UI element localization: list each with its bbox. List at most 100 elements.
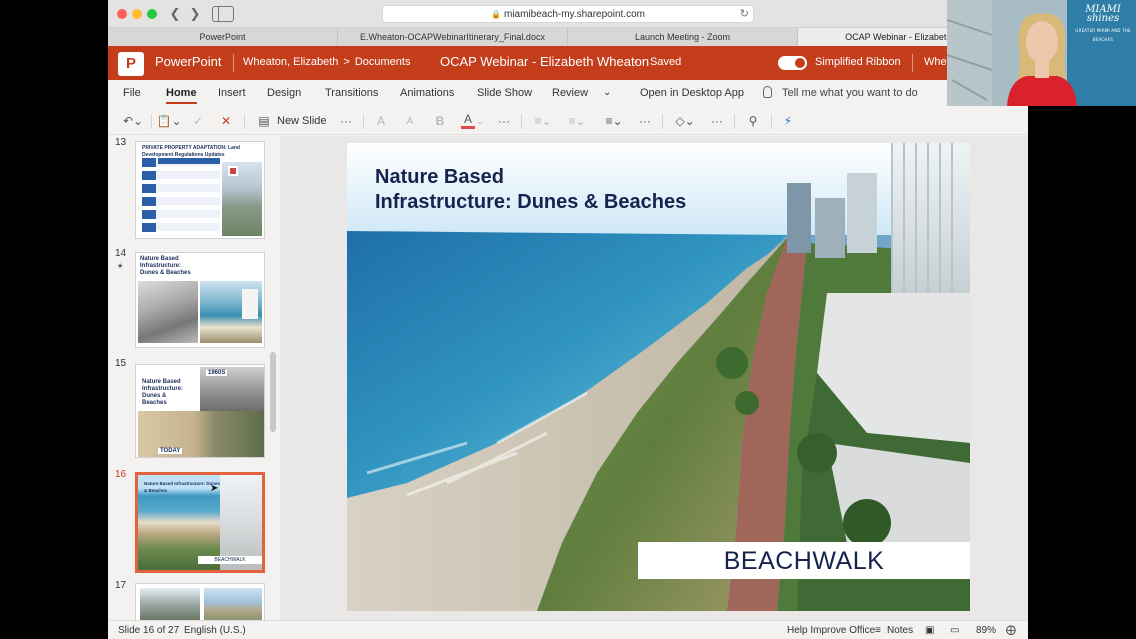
minimize-window-button[interactable] — [132, 9, 142, 19]
slide-number: 16 — [115, 469, 127, 480]
more-icon[interactable]: ··· — [495, 113, 513, 130]
more-icon[interactable]: ··· — [708, 113, 726, 130]
status-bar: Slide 16 of 27 English (U.S.) Help Impro… — [108, 620, 1028, 639]
bullets-icon[interactable]: ≡⌄ — [532, 113, 554, 130]
header-divider — [912, 54, 913, 72]
close-window-button[interactable] — [117, 9, 127, 19]
thumbnail-title: Nature Based Infrastructure: Dunes & Bea… — [140, 256, 191, 276]
document-title[interactable]: OCAP Webinar - Elizabeth Wheaton — [440, 54, 649, 69]
thumbnail-title: Nature Based Infrastructure: Dunes & Bea… — [142, 379, 184, 406]
slide-position: Slide 16 of 27 — [118, 625, 180, 636]
thumbnail-photo — [222, 162, 262, 236]
tab-review[interactable]: Review — [552, 87, 588, 99]
thumbnail-photo-bw — [138, 281, 198, 343]
notes-button[interactable]: Notes — [887, 625, 913, 636]
chevron-down-icon[interactable]: ⌄ — [476, 113, 484, 130]
url-text: miamibeach-my.sharepoint.com — [503, 9, 645, 20]
help-improve-office-link[interactable]: Help Improve Office — [787, 625, 875, 636]
tab-slide-show[interactable]: Slide Show — [477, 87, 532, 99]
save-status: Saved — [650, 56, 682, 68]
new-slide-button[interactable]: New Slide — [277, 113, 327, 130]
miami-shines-logo: MIAMI shines GREATER MIAMI AND THE BEACH… — [1070, 5, 1136, 44]
search-icon[interactable]: ⚲ — [745, 113, 761, 130]
ribbon-tab-bar: File Home Insert Design Transitions Anim… — [108, 80, 1028, 108]
paste-icon[interactable]: 📋⌄ — [156, 113, 182, 130]
current-slide[interactable]: Nature Based Infrastructure: Dunes & Bea… — [347, 143, 970, 611]
tab-transitions[interactable]: Transitions — [325, 87, 378, 99]
breadcrumb-owner[interactable]: Wheaton, Elizabeth — [243, 56, 338, 68]
breadcrumb-folder[interactable]: Documents — [355, 56, 411, 68]
tell-me-search[interactable]: Tell me what you want to do — [782, 87, 918, 99]
normal-view-icon[interactable]: ▣ — [925, 625, 934, 636]
grow-font-button[interactable]: A — [374, 113, 388, 130]
thumbnail-scrollbar[interactable] — [270, 352, 276, 432]
slide-show-view-icon[interactable]: ▭ — [950, 625, 959, 636]
logo-tagline: GREATER MIAMI AND THE BEACHES — [1075, 28, 1131, 42]
bold-button[interactable]: B — [434, 113, 446, 130]
new-slide-icon[interactable]: ▤ — [256, 113, 272, 130]
designer-icon[interactable]: ⚡ — [781, 113, 795, 130]
thumbnail-label: TODAY — [158, 448, 183, 454]
browser-tab[interactable]: PowerPoint — [108, 28, 338, 46]
reload-icon[interactable]: ↻ — [740, 6, 749, 23]
slide-thumbnail-15[interactable]: Nature Based Infrastructure: Dunes & Bea… — [135, 364, 265, 458]
thumbnail-photo-color — [200, 281, 262, 343]
forward-icon[interactable]: ❯ — [186, 6, 204, 22]
toolbar-separator — [521, 114, 522, 129]
delete-icon[interactable]: ✕ — [218, 113, 234, 130]
simplified-ribbon-toggle[interactable] — [778, 56, 807, 70]
tab-animations[interactable]: Animations — [400, 87, 454, 99]
numbering-icon[interactable]: ≡⌄ — [566, 113, 588, 130]
header-divider — [233, 54, 234, 72]
app-header: P PowerPoint Wheaton, Elizabeth > Docume… — [108, 46, 1028, 80]
tab-design[interactable]: Design — [267, 87, 301, 99]
more-icon[interactable]: ··· — [337, 113, 355, 130]
tab-home[interactable]: Home — [166, 87, 197, 104]
browser-tab[interactable]: E.Wheaton-OCAPWebinarItinerary_Final.doc… — [338, 28, 568, 46]
toolbar-separator — [363, 114, 364, 129]
title-dash: - — [634, 56, 638, 68]
powerpoint-logo-icon: P — [118, 52, 144, 76]
fit-to-window-icon[interactable]: ⨁ — [1006, 625, 1016, 636]
back-icon[interactable]: ❮ — [166, 6, 184, 22]
slide-thumbnail-13[interactable]: PRIVATE PROPERTY ADAPTATION: Land Develo… — [135, 141, 265, 239]
shrink-font-button[interactable]: A — [404, 113, 416, 130]
safari-toolbar: ❮ ❯ 🔒 miamibeach-my.sharepoint.com ↻ — [108, 0, 1028, 28]
more-icon[interactable]: ··· — [636, 113, 654, 130]
chevron-down-icon[interactable]: ⌄ — [603, 87, 611, 98]
simplified-ribbon-label: Simplified Ribbon — [815, 56, 901, 68]
toolbar-separator — [244, 114, 245, 129]
browser-tab-bar: PowerPoint E.Wheaton-OCAPWebinarItinerar… — [108, 28, 1028, 46]
lock-icon: 🔒 — [491, 10, 501, 19]
slide-thumbnail-17[interactable] — [135, 583, 265, 620]
slide-thumbnail-pane: 13 PRIVATE PROPERTY ADAPTATION: Land Dev… — [108, 136, 280, 620]
open-desktop-app-button[interactable]: Open in Desktop App — [640, 87, 744, 99]
sidebar-toggle-icon[interactable] — [212, 6, 234, 22]
language-indicator[interactable]: English (U.S.) — [184, 625, 246, 636]
slide-editing-canvas[interactable]: Nature Based Infrastructure: Dunes & Bea… — [280, 136, 1028, 620]
format-painter-icon[interactable]: ✓ — [190, 113, 206, 130]
thumbnail-table — [142, 158, 220, 236]
font-color-button[interactable]: A — [461, 113, 475, 129]
slide-thumbnail-16[interactable]: Nature Based Infrastructure: Dunes & Bea… — [135, 472, 265, 573]
browser-tab[interactable]: Launch Meeting - Zoom — [568, 28, 798, 46]
user-name[interactable]: Whe — [924, 56, 947, 68]
slide-caption-box[interactable]: BEACHWALK — [638, 542, 970, 579]
address-bar[interactable]: 🔒 miamibeach-my.sharepoint.com ↻ — [382, 5, 754, 23]
slide-title[interactable]: Nature Based Infrastructure: Dunes & Bea… — [375, 165, 686, 215]
thumbnail-label: BEACHWALK — [198, 556, 262, 564]
thumbnail-photo-1960s: 1960S — [200, 367, 264, 411]
zoom-level[interactable]: 89% — [976, 625, 996, 636]
app-name[interactable]: PowerPoint — [155, 54, 221, 69]
transition-star-icon: ★ — [117, 263, 124, 270]
undo-icon[interactable]: ↶⌄ — [120, 113, 146, 130]
tab-insert[interactable]: Insert — [218, 87, 246, 99]
notes-icon[interactable]: ≡ — [875, 625, 881, 636]
align-text-icon[interactable]: ≡⌄ — [602, 113, 626, 130]
slide-thumbnail-14[interactable]: Nature Based Infrastructure: Dunes & Bea… — [135, 252, 265, 348]
shapes-icon[interactable]: ◇⌄ — [672, 113, 698, 130]
zoom-window-button[interactable] — [147, 9, 157, 19]
toolbar-separator — [734, 114, 735, 129]
browser-window: ❮ ❯ 🔒 miamibeach-my.sharepoint.com ↻ Powe… — [108, 0, 1028, 639]
tab-file[interactable]: File — [123, 87, 141, 99]
